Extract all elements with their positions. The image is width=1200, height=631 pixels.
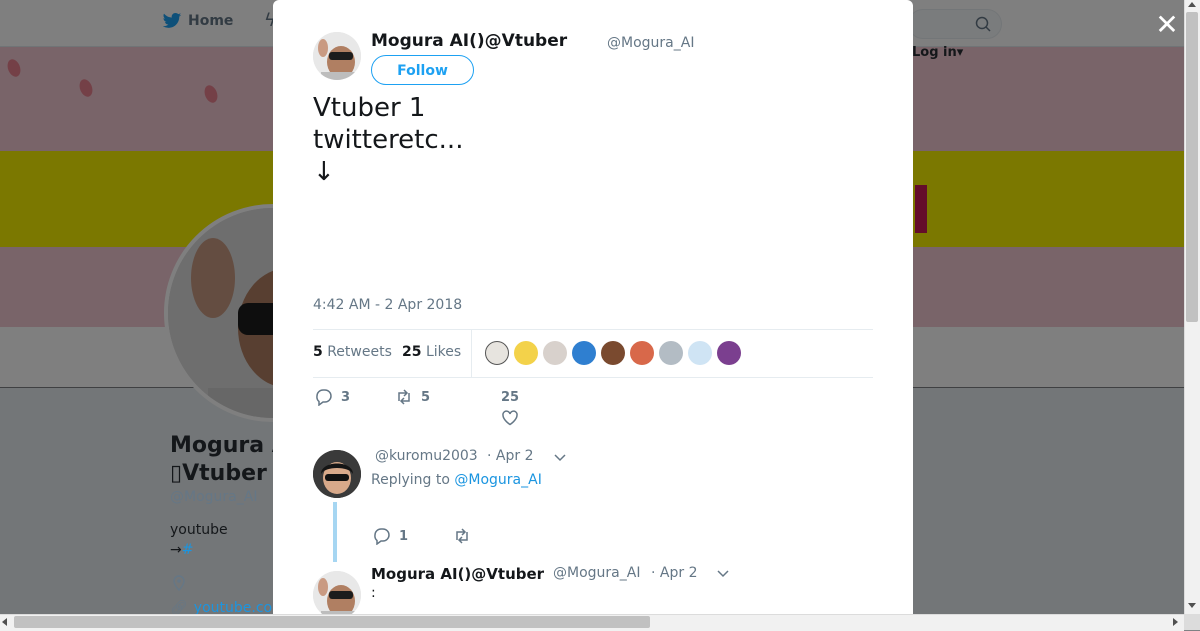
- profile-name: Mogura A ▯Vtuber: [170, 433, 289, 486]
- liker-avatar[interactable]: [659, 341, 683, 365]
- avatar-image: [313, 571, 361, 614]
- retweet-icon: [456, 528, 468, 544]
- replying-to: Replying to @Mogura_AI: [371, 472, 542, 488]
- liker-avatar[interactable]: [601, 341, 625, 365]
- tweet-stats: 5 Retweets 25 Likes: [313, 329, 873, 378]
- scroll-left-arrow-icon[interactable]: [2, 618, 7, 626]
- liker-avatar[interactable]: [514, 341, 538, 365]
- bio-hashtag-link[interactable]: #: [182, 542, 194, 558]
- vertical-scrollbar-thumb[interactable]: [1186, 12, 1198, 322]
- reply-icon: [374, 528, 390, 545]
- scroll-down-arrow-icon[interactable]: [1188, 603, 1196, 608]
- like-action[interactable]: 25: [501, 390, 519, 427]
- reply-action[interactable]: 3: [315, 388, 350, 406]
- tweet-permalink-modal: Mogura AI()@Vtuber @Mogura_AI Follow Vtu…: [273, 0, 913, 614]
- liker-avatar[interactable]: [630, 341, 654, 365]
- likers-avatars: [485, 341, 741, 365]
- tweet-date[interactable]: · Apr 2: [651, 565, 697, 581]
- tweet-text: Vtuber 1 twitteretc... ↓: [313, 92, 913, 252]
- likes-stat[interactable]: 25 Likes: [402, 344, 461, 360]
- reply-icon: [316, 389, 332, 406]
- scrollbar-corner: [1184, 614, 1200, 630]
- liker-avatar[interactable]: [688, 341, 712, 365]
- tweet-body: Vtuber 1 twitteretc... ↓: [313, 93, 464, 187]
- avatar-image: [313, 32, 361, 80]
- stats-divider: [471, 330, 472, 377]
- liker-avatar[interactable]: [485, 341, 509, 365]
- author-avatar[interactable]: [313, 32, 361, 80]
- author-name[interactable]: Mogura AI()@Vtuber: [371, 31, 567, 51]
- follow-button[interactable]: Follow: [371, 55, 474, 85]
- tweet-actions: 3 5 25: [313, 388, 873, 432]
- chevron-down-icon[interactable]: [554, 454, 566, 462]
- tweet-timestamp[interactable]: 4:42 AM - 2 Apr 2018: [313, 297, 462, 313]
- horizontal-scrollbar-thumb[interactable]: [14, 616, 650, 628]
- chevron-down-icon: ▾: [956, 45, 964, 60]
- tweet-author-handle[interactable]: @Mogura_AI: [553, 565, 640, 581]
- location-pin-icon: [173, 575, 185, 591]
- profile-bio: youtube →#: [170, 522, 228, 558]
- close-modal-button[interactable]: ✕: [1154, 11, 1180, 39]
- avatar-image: [313, 450, 361, 498]
- profile-handle: @Mogura_AI: [170, 489, 258, 505]
- retweet-action[interactable]: 5: [395, 388, 430, 406]
- retweet-action[interactable]: [453, 527, 471, 545]
- liker-avatar[interactable]: [543, 341, 567, 365]
- heart-icon: [502, 410, 518, 426]
- tweet-avatar[interactable]: [313, 571, 361, 614]
- login-button[interactable]: Log in▾: [912, 45, 963, 60]
- replying-to-link[interactable]: @Mogura_AI: [454, 472, 541, 488]
- thread-connector: [333, 502, 337, 562]
- reply-handle[interactable]: @kuromu2003: [375, 448, 478, 464]
- reply-date[interactable]: · Apr 2: [487, 448, 533, 464]
- reply-action[interactable]: 1: [373, 527, 408, 545]
- tweet-author-name[interactable]: Mogura AI()@Vtuber: [371, 565, 544, 583]
- chevron-down-icon[interactable]: [717, 570, 729, 578]
- tweet-text: :: [371, 585, 376, 601]
- liker-avatar[interactable]: [717, 341, 741, 365]
- scroll-right-arrow-icon[interactable]: [1173, 618, 1178, 626]
- liker-avatar[interactable]: [572, 341, 596, 365]
- retweets-stat[interactable]: 5 Retweets: [313, 344, 392, 360]
- reply-avatar[interactable]: [313, 450, 361, 498]
- scroll-up-arrow-icon[interactable]: [1188, 2, 1196, 7]
- retweet-icon: [398, 389, 410, 405]
- author-handle[interactable]: @Mogura_AI: [607, 35, 694, 51]
